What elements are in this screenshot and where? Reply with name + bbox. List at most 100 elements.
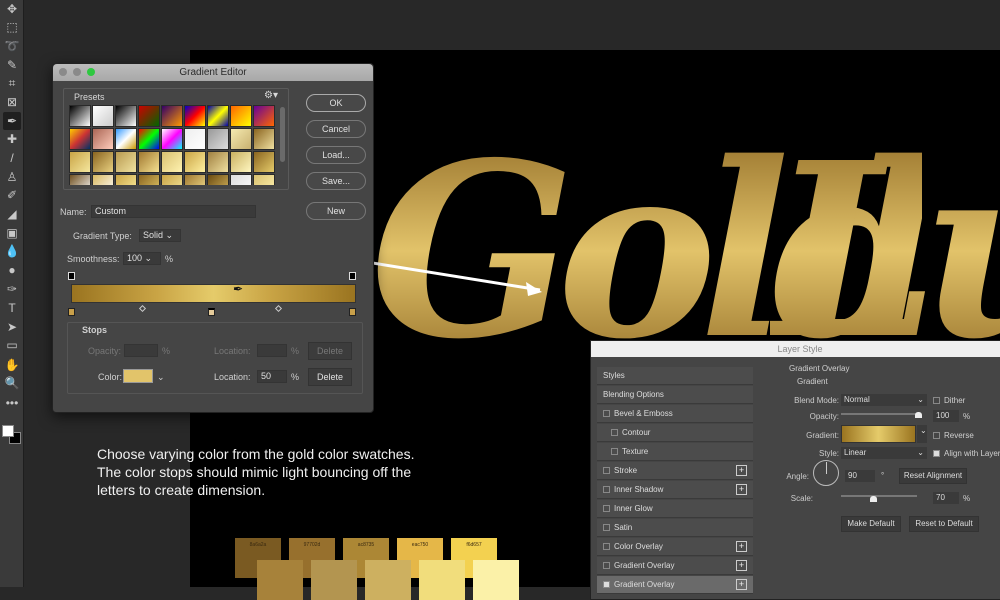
gradient-preset-swatch[interactable]	[69, 128, 91, 150]
gradient-preset-swatch[interactable]	[207, 174, 229, 185]
style-list-item[interactable]: Texture	[597, 443, 753, 461]
make-default-button[interactable]: Make Default	[841, 516, 901, 532]
name-input[interactable]: Custom	[91, 205, 256, 218]
add-effect-icon[interactable]: +	[736, 465, 747, 476]
midpoint-diamond[interactable]	[138, 304, 147, 313]
dialog-titlebar[interactable]: Gradient Editor	[53, 64, 373, 81]
gradient-preset-swatch[interactable]	[230, 105, 252, 127]
style-checkbox[interactable]	[603, 562, 610, 570]
style-list-item[interactable]: Inner Glow	[597, 500, 753, 518]
opacity-stop-left[interactable]	[68, 272, 75, 280]
new-button[interactable]: New	[306, 202, 366, 220]
dither-checkbox[interactable]: Dither	[933, 396, 965, 405]
chevron-down-icon[interactable]: ⌄	[917, 425, 927, 443]
opacity-slider-thumb[interactable]	[915, 412, 922, 418]
style-select[interactable]: Linear ⌄	[841, 447, 927, 459]
gradient-preset-swatch[interactable]	[253, 105, 275, 127]
ok-button[interactable]: OK	[306, 94, 366, 112]
gradient-preset-swatch[interactable]	[92, 174, 114, 185]
style-checkbox[interactable]	[603, 543, 610, 551]
style-list-item[interactable]: Satin	[597, 519, 753, 537]
gradient-picker[interactable]	[841, 425, 916, 443]
style-list-item[interactable]: Gradient Overlay +	[597, 557, 753, 575]
gradient-preset-swatch[interactable]	[184, 105, 206, 127]
style-list-item[interactable]: Inner Shadow +	[597, 481, 753, 499]
healing-brush-tool-icon[interactable]: ✚	[3, 130, 21, 148]
midpoint-diamond[interactable]	[274, 304, 283, 313]
gradient-preset-swatch[interactable]	[253, 174, 275, 185]
style-checkbox[interactable]	[603, 410, 610, 418]
smoothness-input[interactable]: 100 ⌄	[123, 252, 161, 265]
hand-tool-icon[interactable]: ✋	[3, 356, 21, 374]
color-stop-selected[interactable]	[208, 308, 215, 316]
style-list-item[interactable]: Blending Options	[597, 386, 753, 404]
gradient-preset-swatch[interactable]	[161, 151, 183, 173]
gradient-preset-swatch[interactable]	[207, 105, 229, 127]
rectangle-tool-icon[interactable]: ▭	[3, 336, 21, 354]
scale-slider-thumb[interactable]	[870, 496, 877, 502]
opacity-slider[interactable]	[841, 413, 919, 415]
gradient-preset-swatch[interactable]	[253, 128, 275, 150]
frame-tool-icon[interactable]: ⊠	[3, 93, 21, 111]
gradient-preset-swatch[interactable]	[138, 151, 160, 173]
add-effect-icon[interactable]: +	[736, 560, 747, 571]
brush-tool-icon[interactable]: /	[3, 149, 21, 167]
style-list-item[interactable]: Color Overlay +	[597, 538, 753, 556]
quick-select-tool-icon[interactable]: ✎	[3, 56, 21, 74]
angle-dial[interactable]	[813, 460, 839, 486]
save-button[interactable]: Save...	[306, 172, 366, 190]
style-list-item[interactable]: Stroke +	[597, 462, 753, 480]
type-tool-icon[interactable]: T	[3, 299, 21, 317]
zoom-tool-icon[interactable]: 🔍	[3, 374, 21, 392]
style-list-item[interactable]: Bevel & Emboss	[597, 405, 753, 423]
gradient-preset-swatch[interactable]	[184, 174, 206, 185]
reset-alignment-button[interactable]: Reset Alignment	[899, 468, 967, 484]
stop-location-input[interactable]: 50	[257, 370, 287, 383]
blend-mode-select[interactable]: Normal ⌄	[841, 394, 927, 406]
style-checkbox[interactable]	[603, 467, 610, 475]
color-stop-left[interactable]	[68, 308, 75, 316]
gradient-preset-swatch[interactable]	[161, 128, 183, 150]
gradient-type-select[interactable]: Solid ⌄	[139, 229, 181, 242]
gradient-preset-swatch[interactable]	[138, 105, 160, 127]
gradient-preset-swatch[interactable]	[92, 105, 114, 127]
color-stop-right[interactable]	[349, 308, 356, 316]
gradient-preset-swatch[interactable]	[161, 174, 183, 185]
add-effect-icon[interactable]: +	[736, 579, 747, 590]
dialog-title[interactable]: Layer Style	[591, 341, 1000, 357]
gradient-preset-swatch[interactable]	[69, 174, 91, 185]
reset-to-default-button[interactable]: Reset to Default	[909, 516, 979, 532]
pen-tool-icon[interactable]: ✑	[3, 280, 21, 298]
style-list-item[interactable]: Contour	[597, 424, 753, 442]
style-checkbox[interactable]	[603, 524, 610, 532]
crop-tool-icon[interactable]: ⌗	[3, 74, 21, 92]
cancel-button[interactable]: Cancel	[306, 120, 366, 138]
gradient-preset-swatch[interactable]	[230, 151, 252, 173]
history-brush-tool-icon[interactable]: ✐	[3, 186, 21, 204]
minimize-window-button[interactable]	[73, 68, 81, 76]
foreground-color-swatch[interactable]	[2, 425, 14, 437]
gradient-preview-bar[interactable]	[71, 284, 356, 303]
close-window-button[interactable]	[59, 68, 67, 76]
style-checkbox[interactable]	[611, 429, 618, 437]
style-list-item[interactable]: Gradient Overlay +	[597, 576, 753, 594]
zoom-window-button[interactable]	[87, 68, 95, 76]
more-tools-icon[interactable]: •••	[3, 394, 21, 412]
gradient-preset-swatch[interactable]	[69, 151, 91, 173]
gradient-preset-swatch[interactable]	[138, 174, 160, 185]
gradient-preset-swatch[interactable]	[115, 128, 137, 150]
gradient-preset-swatch[interactable]	[230, 174, 252, 185]
gradient-preset-swatch[interactable]	[115, 151, 137, 173]
load-button[interactable]: Load...	[306, 146, 366, 164]
gradient-preset-swatch[interactable]	[207, 128, 229, 150]
path-select-tool-icon[interactable]: ➤	[3, 318, 21, 336]
move-tool-icon[interactable]: ✥	[3, 0, 21, 18]
eraser-tool-icon[interactable]: ◢	[3, 205, 21, 223]
gradient-preset-swatch[interactable]	[138, 128, 160, 150]
reverse-checkbox[interactable]: Reverse	[933, 431, 974, 440]
gradient-preset-swatch[interactable]	[115, 174, 137, 185]
style-checkbox[interactable]	[603, 486, 610, 494]
gradient-preset-swatch[interactable]	[69, 105, 91, 127]
gradient-preset-swatch[interactable]	[161, 105, 183, 127]
blur-tool-icon[interactable]: 💧	[3, 242, 21, 260]
